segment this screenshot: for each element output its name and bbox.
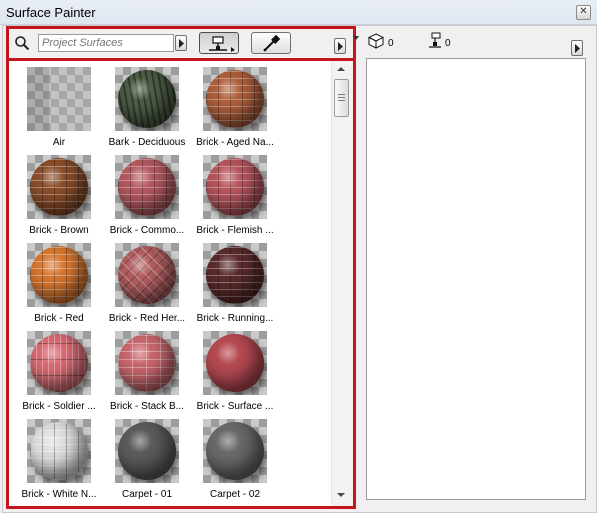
surface-thumbnail <box>203 419 267 483</box>
surface-tile[interactable]: Brick - Surface ... <box>189 331 277 419</box>
material-sphere <box>206 70 264 128</box>
surface-tile[interactable]: Brick - Commo... <box>101 155 189 243</box>
close-button[interactable]: ✕ <box>576 5 591 20</box>
close-icon: ✕ <box>579 6 588 17</box>
surface-tile[interactable]: Brick - Soldier ... <box>13 331 101 419</box>
cube-icon <box>368 33 384 49</box>
surface-tile[interactable]: Brick - Running... <box>189 243 277 331</box>
surface-thumbnail <box>27 155 91 219</box>
surface-thumbnail <box>27 331 91 395</box>
paint-roller-icon <box>209 36 235 52</box>
material-sphere <box>118 422 176 480</box>
scroll-down-arrow-icon[interactable] <box>337 493 345 497</box>
paint-mode-button[interactable] <box>199 32 239 54</box>
title-bar: Surface Painter ✕ <box>0 0 597 25</box>
search-icon[interactable] <box>14 35 30 51</box>
triangle-right-icon <box>338 42 343 51</box>
window-title: Surface Painter <box>6 5 96 20</box>
triangle-right-icon <box>179 39 184 48</box>
surface-grid: Air Bark - Deciduous Brick - Aged Na... Bri… <box>9 61 331 506</box>
material-sphere <box>206 246 264 304</box>
material-sphere <box>118 158 176 216</box>
surface-label: Air <box>52 137 66 148</box>
air-preview <box>27 67 91 131</box>
surface-thumbnail <box>115 155 179 219</box>
surface-label: Brick - Stack B... <box>110 401 184 412</box>
surface-label: Brick - White N... <box>21 489 97 500</box>
surface-thumbnail <box>203 67 267 131</box>
sample-mode-button[interactable] <box>251 32 291 54</box>
dropdown-caret-icon[interactable] <box>353 36 359 40</box>
surface-tile[interactable]: Carpet - 02 <box>189 419 277 506</box>
surface-label: Brick - Soldier ... <box>22 401 96 412</box>
painted-surfaces-list[interactable] <box>366 58 586 500</box>
scroll-up-arrow-icon[interactable] <box>337 67 345 71</box>
material-sphere <box>206 334 264 392</box>
surface-tile[interactable]: Bark - Deciduous <box>101 67 189 155</box>
material-sphere <box>206 422 264 480</box>
surface-tile[interactable]: Brick - Red <box>13 243 101 331</box>
surface-thumbnail <box>27 67 91 131</box>
material-sphere <box>30 334 88 392</box>
eyedropper-icon <box>263 34 281 52</box>
surface-label: Brick - Running... <box>196 313 274 324</box>
surface-label: Brick - Aged Na... <box>196 137 274 148</box>
material-sphere <box>118 334 176 392</box>
surface-thumbnail <box>115 67 179 131</box>
scrollbar-thumb[interactable] <box>334 79 349 117</box>
surface-tile[interactable]: Brick - Stack B... <box>101 331 189 419</box>
surface-tile[interactable]: Brick - Red Her... <box>101 243 189 331</box>
triangle-right-icon <box>575 44 580 53</box>
surface-tile[interactable]: Air <box>13 67 101 155</box>
surface-thumbnail <box>203 331 267 395</box>
surface-label: Bark - Deciduous <box>108 137 186 148</box>
surface-browser-panel: Air Bark - Deciduous Brick - Aged Na... Bri… <box>6 26 356 509</box>
painted-surfaces-count: 0 <box>445 38 451 49</box>
right-panel-menu-button[interactable] <box>571 40 583 56</box>
surface-thumbnail <box>27 419 91 483</box>
surface-label: Carpet - 01 <box>121 489 173 500</box>
material-sphere <box>30 422 88 480</box>
surface-label: Brick - Red Her... <box>108 313 186 324</box>
surface-label: Brick - Brown <box>29 225 89 236</box>
surface-label: Carpet - 02 <box>209 489 261 500</box>
surface-label: Brick - Red <box>34 313 84 324</box>
paint-roller-icon <box>429 32 441 48</box>
material-sphere <box>206 158 264 216</box>
search-input[interactable] <box>38 34 174 52</box>
surface-label: Brick - Surface ... <box>196 401 274 412</box>
surface-tile[interactable]: Brick - Flemish ... <box>189 155 277 243</box>
surface-tile[interactable]: Carpet - 01 <box>101 419 189 506</box>
surface-thumbnail <box>27 243 91 307</box>
surface-thumbnail <box>203 243 267 307</box>
surface-thumbnail <box>115 243 179 307</box>
surface-tile[interactable]: Brick - Aged Na... <box>189 67 277 155</box>
surface-label: Brick - Flemish ... <box>196 225 274 236</box>
toolbar <box>9 29 353 61</box>
material-sphere <box>30 158 88 216</box>
surface-thumbnail <box>115 331 179 395</box>
material-sphere <box>30 246 88 304</box>
material-sphere <box>118 70 176 128</box>
surface-label: Brick - Commo... <box>109 225 185 236</box>
surface-thumbnail <box>115 419 179 483</box>
selected-elements-count: 0 <box>388 38 394 49</box>
material-sphere <box>118 246 176 304</box>
surface-tile[interactable]: Brick - Brown <box>13 155 101 243</box>
surface-grid-scrollbar[interactable] <box>331 61 351 503</box>
search-menu-button[interactable] <box>175 35 187 51</box>
surface-tile[interactable]: Brick - White N... <box>13 419 101 506</box>
panel-menu-button[interactable] <box>334 38 346 54</box>
surface-thumbnail <box>203 155 267 219</box>
